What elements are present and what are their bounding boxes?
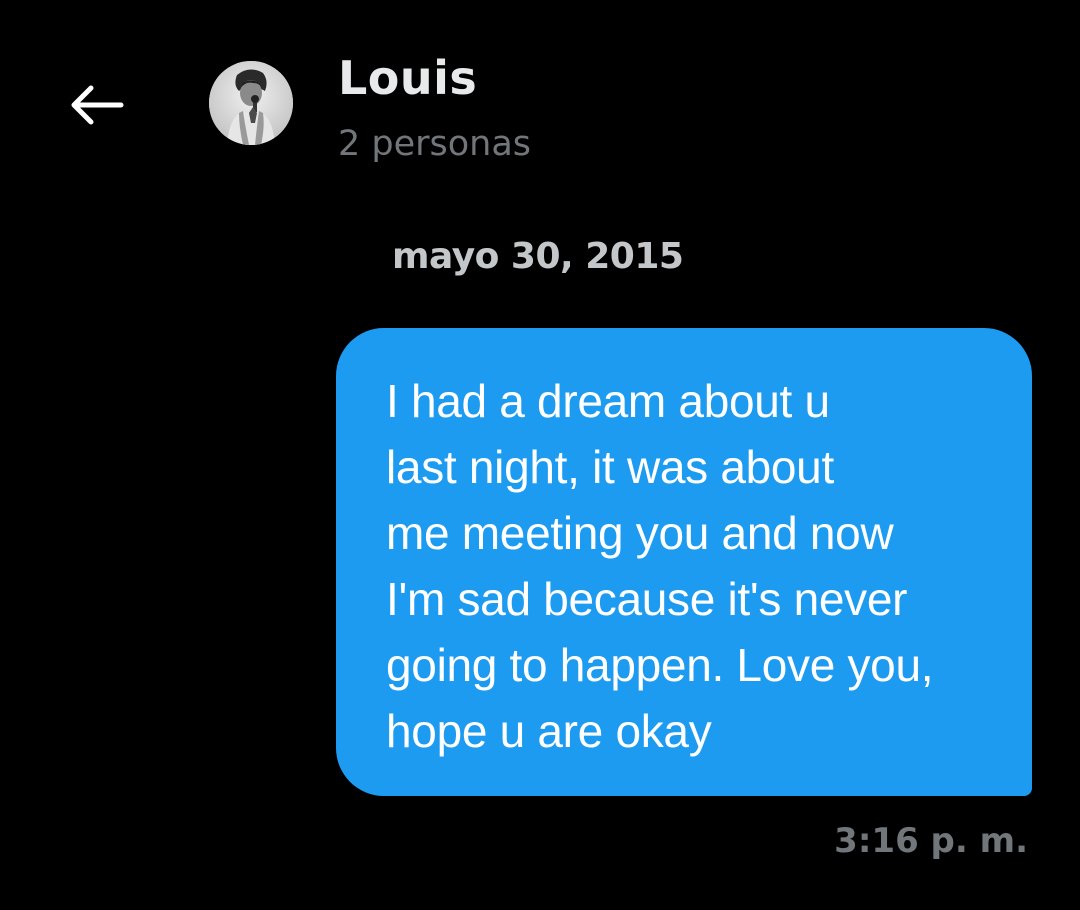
message-timestamp: 3:16 p. m. bbox=[834, 821, 1028, 861]
participant-count: 2 personas bbox=[338, 124, 532, 164]
conversation-title[interactable]: Louis bbox=[338, 46, 477, 110]
back-button[interactable] bbox=[58, 70, 136, 140]
message-bubble-sent[interactable]: I had a dream about u last night, it was… bbox=[336, 328, 1032, 796]
arrow-left-icon bbox=[71, 85, 124, 125]
message-text: I had a dream about u last night, it was… bbox=[386, 375, 934, 757]
avatar-photo bbox=[209, 61, 293, 145]
date-separator: mayo 30, 2015 bbox=[392, 236, 684, 277]
avatar[interactable] bbox=[209, 61, 293, 145]
